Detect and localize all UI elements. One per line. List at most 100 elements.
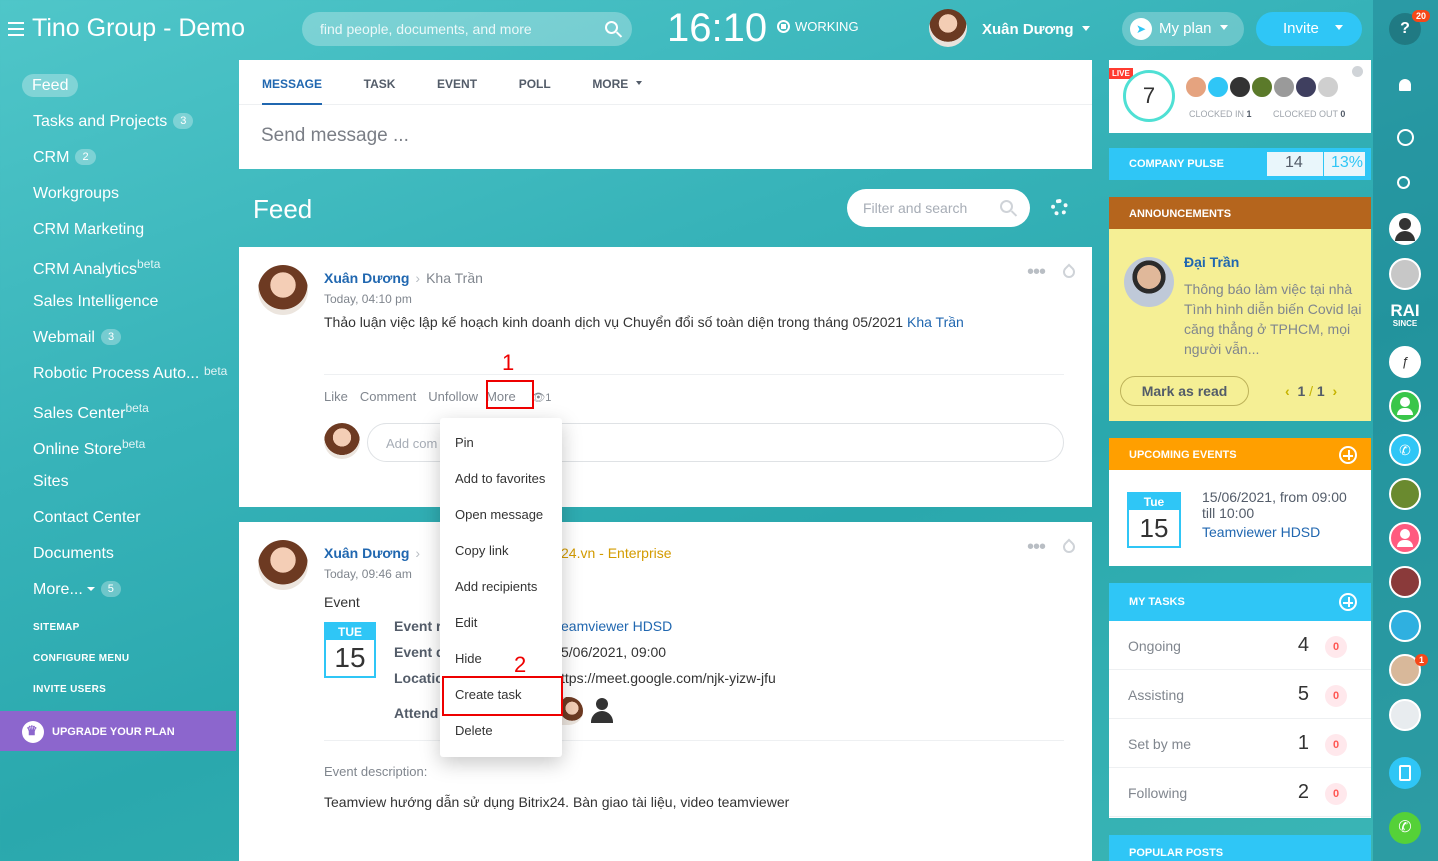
- menu-item-open-message[interactable]: Open message: [440, 496, 562, 532]
- recipient-link[interactable]: 24.vn - Enterprise: [561, 545, 672, 561]
- tab-task[interactable]: TASK: [364, 60, 396, 105]
- event-location-value[interactable]: ttps://meet.google.com/njk-yizw-jfu: [561, 670, 776, 686]
- menu-item-sites[interactable]: Sites: [0, 464, 238, 500]
- comment-button[interactable]: Comment: [360, 389, 416, 404]
- author-avatar[interactable]: [258, 265, 308, 315]
- tab-poll[interactable]: POLL: [519, 60, 551, 105]
- menu-item-rpa[interactable]: Robotic Process Auto... beta: [0, 356, 238, 392]
- contact-avatar[interactable]: [1389, 390, 1421, 422]
- menu-item-crm[interactable]: CRM 2: [0, 140, 238, 176]
- counter-badge: 2: [75, 149, 96, 165]
- upgrade-plan-button[interactable]: UPGRADE YOUR PLAN: [0, 711, 236, 751]
- menu-item-hide[interactable]: Hide: [440, 640, 562, 676]
- like-button[interactable]: Like: [324, 389, 348, 404]
- invite-users-link[interactable]: INVITE USERS: [0, 670, 238, 701]
- menu-item-sales-intelligence[interactable]: Sales Intelligence: [0, 284, 238, 320]
- company-pulse[interactable]: COMPANY PULSE 14 13%: [1109, 148, 1371, 180]
- menu-item-delete[interactable]: Delete: [440, 712, 562, 748]
- task-row-following[interactable]: Following 2 0: [1109, 768, 1371, 817]
- search-input[interactable]: find people, documents, and more: [302, 12, 632, 46]
- bell-icon[interactable]: [1389, 70, 1421, 102]
- attendee-avatar[interactable]: [561, 697, 583, 725]
- mark-as-read-button[interactable]: Mark as read: [1120, 376, 1249, 406]
- contact-avatar[interactable]: [1389, 610, 1421, 642]
- menu-item-webmail[interactable]: Webmail 3: [0, 320, 238, 356]
- user-menu[interactable]: Xuân Dương: [982, 21, 1090, 38]
- more-options-icon[interactable]: •••: [1027, 261, 1046, 284]
- unfollow-button[interactable]: Unfollow: [428, 389, 478, 404]
- menu-item-more[interactable]: More... 5: [0, 572, 238, 608]
- my-plan-button[interactable]: ➤ My plan: [1122, 12, 1244, 46]
- invite-button[interactable]: Invite: [1256, 12, 1362, 46]
- announcement-text[interactable]: Thông báo làm việc tại nhà Tình hình diễ…: [1184, 279, 1364, 359]
- menu-item-pin[interactable]: Pin: [440, 424, 562, 460]
- contact-avatar[interactable]: [1389, 213, 1421, 245]
- avatar[interactable]: [929, 9, 967, 47]
- filter-search-input[interactable]: Filter and search: [847, 189, 1030, 227]
- mention-link[interactable]: Kha Trần: [907, 314, 964, 330]
- event-name-link[interactable]: eamviewer HDSD: [561, 618, 672, 634]
- menu-item-documents[interactable]: Documents: [0, 536, 238, 572]
- views-counter: 👁1: [531, 392, 552, 404]
- author-link[interactable]: Xuân Dương: [324, 545, 409, 561]
- portal-title[interactable]: Tino Group - Demo: [32, 14, 245, 43]
- author-avatar[interactable]: [258, 540, 308, 590]
- mobile-icon[interactable]: [1389, 757, 1421, 789]
- add-icon[interactable]: [1339, 593, 1357, 611]
- more-options-icon[interactable]: •••: [1027, 536, 1046, 559]
- add-icon[interactable]: [1339, 446, 1357, 464]
- task-row-assisting[interactable]: Assisting 5 0: [1109, 670, 1371, 719]
- announcement-author[interactable]: Đại Trần: [1184, 254, 1239, 270]
- work-status[interactable]: WORKING: [777, 19, 859, 34]
- menu-item-workgroups[interactable]: Workgroups: [0, 176, 238, 212]
- search-icon[interactable]: [1389, 168, 1421, 200]
- employee-avatars[interactable]: [1185, 76, 1345, 102]
- employee-counter[interactable]: 7: [1123, 70, 1175, 122]
- chevron-left-icon[interactable]: ‹: [1285, 383, 1290, 399]
- author-avatar[interactable]: [1124, 257, 1174, 307]
- chevron-right-icon[interactable]: ›: [1333, 383, 1338, 399]
- menu-item-crm-marketing[interactable]: CRM Marketing: [0, 212, 238, 248]
- task-row-ongoing[interactable]: Ongoing 4 0: [1109, 621, 1371, 670]
- pin-icon[interactable]: [1060, 538, 1078, 556]
- menu-item-feed[interactable]: Feed: [0, 68, 238, 104]
- author-link[interactable]: Xuân Dương: [324, 270, 409, 286]
- menu-item-crm-analytics[interactable]: CRM Analyticsbeta: [0, 248, 238, 284]
- avatar: [1317, 76, 1339, 98]
- menu-icon[interactable]: [8, 22, 24, 36]
- task-row-set-by-me[interactable]: Set by me 1 0: [1109, 719, 1371, 768]
- attendee-avatar[interactable]: [589, 698, 615, 724]
- tab-more[interactable]: MORE: [592, 60, 643, 105]
- tab-event[interactable]: EVENT: [437, 60, 477, 105]
- message-input[interactable]: Send message ...: [239, 105, 1092, 147]
- contact-avatar[interactable]: [1389, 566, 1421, 598]
- contact-avatar[interactable]: [1389, 522, 1421, 554]
- contact-avatar[interactable]: [1389, 478, 1421, 510]
- call-icon[interactable]: ✆: [1389, 812, 1421, 844]
- menu-item-sales-center[interactable]: Sales Centerbeta: [0, 392, 238, 428]
- menu-item-add-favorites[interactable]: Add to favorites: [440, 460, 562, 496]
- contact-avatar[interactable]: [1389, 699, 1421, 731]
- search-icon[interactable]: [605, 21, 618, 34]
- gear-icon[interactable]: [1051, 199, 1068, 216]
- menu-item-contact-center[interactable]: Contact Center: [0, 500, 238, 536]
- menu-item-edit[interactable]: Edit: [440, 604, 562, 640]
- phone-icon[interactable]: ✆: [1389, 434, 1421, 466]
- search-icon[interactable]: [1000, 200, 1013, 213]
- tab-message[interactable]: MESSAGE: [262, 60, 323, 105]
- menu-item-tasks[interactable]: Tasks and Projects 3: [0, 104, 238, 140]
- menu-item-online-store[interactable]: Online Storebeta: [0, 428, 238, 464]
- contact-avatar[interactable]: RAI SINCE: [1389, 302, 1421, 334]
- menu-item-copy-link[interactable]: Copy link: [440, 532, 562, 568]
- help-icon[interactable]: [1352, 66, 1363, 77]
- contact-avatar[interactable]: [1389, 258, 1421, 290]
- recipient-link[interactable]: Kha Trần: [426, 270, 483, 286]
- sitemap-link[interactable]: SITEMAP: [0, 608, 238, 639]
- contact-avatar[interactable]: ƒ: [1389, 346, 1421, 378]
- pulse-label: COMPANY PULSE: [1129, 158, 1224, 170]
- pin-icon[interactable]: [1060, 263, 1078, 281]
- configure-menu-link[interactable]: CONFIGURE MENU: [0, 639, 238, 670]
- chat-icon[interactable]: [1389, 122, 1421, 154]
- event-link[interactable]: Teamviewer HDSD: [1202, 524, 1320, 540]
- menu-item-add-recipients[interactable]: Add recipients: [440, 568, 562, 604]
